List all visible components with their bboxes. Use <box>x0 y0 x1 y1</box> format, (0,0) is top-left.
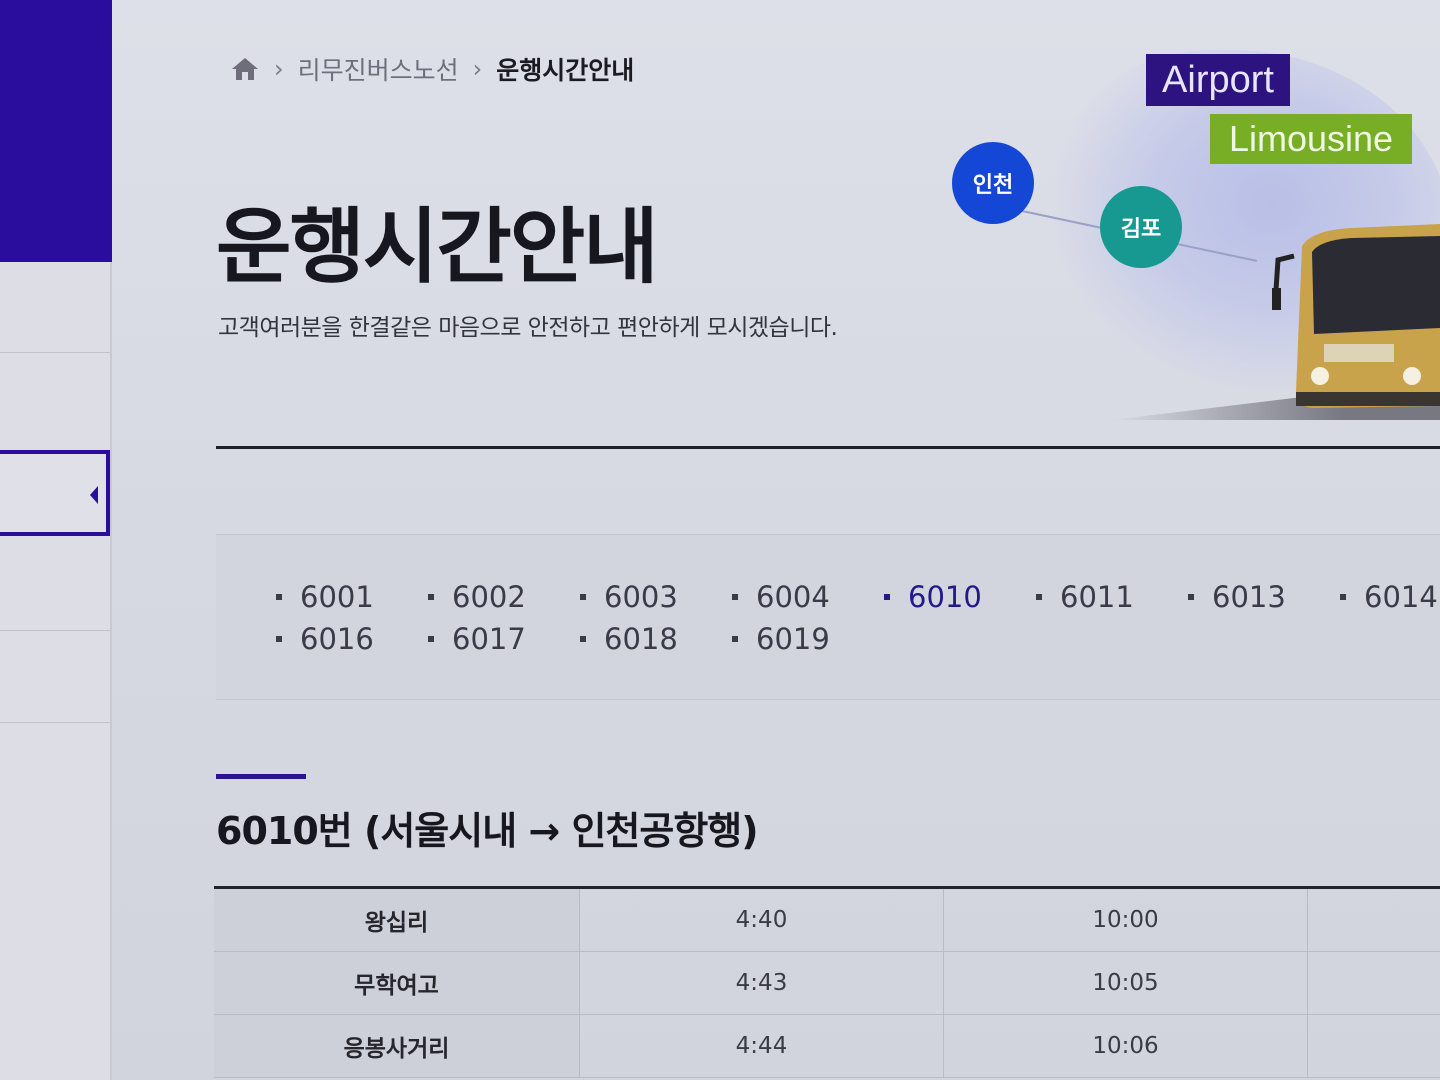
sidebar <box>0 0 112 1080</box>
sidebar-divider <box>0 352 110 353</box>
table-row: 무학여고 4:43 10:05 <box>214 952 1440 1015</box>
section-title: 6010번 (서울시내 → 인천공항행) <box>216 809 759 853</box>
timetable: 왕십리 4:40 10:00 무학여고 4:43 10:05 응봉사거리 4:44 10:06 <box>214 886 1440 1078</box>
route-tab-label: 6001 <box>300 580 374 614</box>
bullet-icon <box>1188 594 1194 600</box>
route-tab-label: 6010 <box>908 580 982 614</box>
departure-time-cell: 10:00 <box>944 889 1308 951</box>
route-tab-label: 6016 <box>300 622 374 656</box>
page-subtitle: 고객여러분을 한결같은 마음으로 안전하고 편안하게 모시겠습니다. <box>218 315 838 341</box>
bullet-icon <box>884 594 890 600</box>
bullet-icon <box>732 636 738 642</box>
route-tab-6013[interactable]: 6013 <box>1188 579 1340 615</box>
route-list: 6001 6002 6003 6004 6010 6011 6013 6014 6016 6017… <box>276 579 1440 657</box>
departure-time-cell: 4:43 <box>580 952 944 1014</box>
route-tab-6016[interactable]: 6016 <box>276 621 428 657</box>
breadcrumb-item-limousine-routes[interactable]: 리무진버스노선 <box>298 51 459 87</box>
empty-cell <box>1308 889 1440 951</box>
route-selector: 6001 6002 6003 6004 6010 6011 6013 6014 6016 6017… <box>216 534 1440 700</box>
route-tab-label: 6011 <box>1060 580 1134 614</box>
bullet-icon <box>580 594 586 600</box>
chevron-right-icon: › <box>472 55 483 83</box>
sidebar-header <box>0 0 112 262</box>
empty-cell <box>1308 1015 1440 1077</box>
departure-time-cell: 4:40 <box>580 889 944 951</box>
route-tab-label: 6004 <box>756 580 830 614</box>
breadcrumb: › 리무진버스노선 › 운행시간안내 <box>230 52 634 86</box>
bullet-icon <box>732 594 738 600</box>
route-tab-6017[interactable]: 6017 <box>428 621 580 657</box>
sidebar-item-active[interactable] <box>0 450 110 536</box>
bullet-icon <box>580 636 586 642</box>
chevron-right-icon: › <box>274 55 284 83</box>
section-accent-bar <box>216 774 306 779</box>
empty-cell <box>1308 952 1440 1014</box>
breadcrumb-item-current: 운행시간안내 <box>496 56 635 85</box>
bullet-icon <box>428 636 434 642</box>
header-divider <box>216 446 1440 449</box>
route-tab-6002[interactable]: 6002 <box>428 579 580 615</box>
home-icon[interactable] <box>230 56 260 82</box>
route-tab-6004[interactable]: 6004 <box>732 579 884 615</box>
airport-badge: Airport <box>1146 54 1290 106</box>
bullet-icon <box>276 594 282 600</box>
sidebar-divider <box>0 630 110 631</box>
banner-graphic: Airport Limousine 인천 김포 <box>892 20 1440 440</box>
bullet-icon <box>1036 594 1042 600</box>
route-tab-label: 6002 <box>452 580 526 614</box>
route-tab-6019[interactable]: 6019 <box>732 621 884 657</box>
bullet-icon <box>428 594 434 600</box>
incheon-marker: 인천 <box>952 142 1034 224</box>
bullet-icon <box>1340 594 1346 600</box>
departure-time-cell: 10:05 <box>944 952 1308 1014</box>
departure-time-cell: 4:44 <box>580 1015 944 1077</box>
route-tab-label: 6013 <box>1212 580 1286 614</box>
route-tab-label: 6017 <box>452 622 526 656</box>
bus-icon <box>1272 216 1440 416</box>
route-tab-6014[interactable]: 6014 <box>1340 579 1440 615</box>
route-tab-6010[interactable]: 6010 <box>884 579 1036 615</box>
route-tab-6018[interactable]: 6018 <box>580 621 732 657</box>
limousine-badge: Limousine <box>1210 114 1412 164</box>
main-content: › 리무진버스노선 › 운행시간안내 운행시간안내 고객여러분을 한결같은 마음… <box>112 0 1440 1080</box>
route-tab-6011[interactable]: 6011 <box>1036 579 1188 615</box>
bullet-icon <box>276 636 282 642</box>
route-tab-label: 6019 <box>756 622 830 656</box>
route-tab-label: 6014 <box>1364 580 1438 614</box>
stop-name-cell: 응봉사거리 <box>214 1015 580 1077</box>
table-row: 응봉사거리 4:44 10:06 <box>214 1015 1440 1078</box>
stop-name-cell: 무학여고 <box>214 952 580 1014</box>
table-row: 왕십리 4:40 10:00 <box>214 889 1440 952</box>
route-tab-label: 6018 <box>604 622 678 656</box>
departure-time-cell: 10:06 <box>944 1015 1308 1077</box>
page-title: 운행시간안내 <box>216 200 659 295</box>
sidebar-divider <box>0 722 110 723</box>
stop-name-cell: 왕십리 <box>214 889 580 951</box>
route-tab-6003[interactable]: 6003 <box>580 579 732 615</box>
gimpo-marker: 김포 <box>1100 186 1182 268</box>
route-tab-label: 6003 <box>604 580 678 614</box>
route-tab-6001[interactable]: 6001 <box>276 579 428 615</box>
